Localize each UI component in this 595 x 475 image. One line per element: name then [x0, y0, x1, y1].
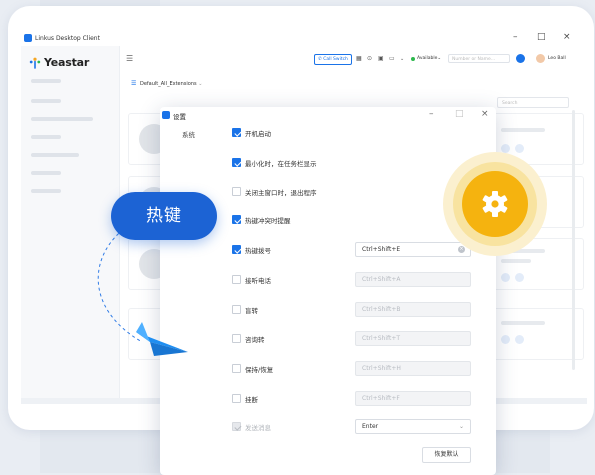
sidebar-item-placeholder[interactable]: [31, 79, 61, 83]
dialog-maximize-button[interactable]: □: [455, 109, 464, 119]
paper-plane-icon: [136, 322, 188, 356]
checkbox[interactable]: [232, 394, 241, 403]
checkbox: [232, 422, 241, 431]
checkbox[interactable]: [232, 128, 241, 137]
chevron-down-icon: ⌄: [437, 56, 442, 61]
action-dot[interactable]: [515, 144, 524, 153]
option-label: 热键冲突时提醒: [245, 217, 291, 225]
hotkey-field-hold[interactable]: Ctrl+Shift+H: [355, 361, 471, 376]
app-logo-icon: [162, 111, 170, 119]
option-label: 最小化时，在任务栏显示: [245, 160, 317, 168]
action-dot[interactable]: [515, 273, 524, 282]
checkbox[interactable]: [232, 275, 241, 284]
gear-icon: [482, 191, 508, 217]
sidebar-item-placeholder[interactable]: [31, 135, 61, 139]
section-label-system: 系统: [182, 131, 195, 139]
checkbox[interactable]: [232, 187, 241, 196]
presence-status[interactable]: Available⌄: [417, 56, 441, 61]
maximize-button[interactable]: □: [537, 32, 546, 42]
dialog-minimize-button[interactable]: –: [429, 109, 434, 119]
dial-button[interactable]: [516, 54, 525, 63]
hotkey-label: 咨询转: [245, 336, 265, 344]
minimize-button[interactable]: –: [513, 32, 518, 42]
user-avatar[interactable]: [536, 54, 545, 63]
call-switch-label: Call Switch: [323, 57, 348, 62]
hotkey-label: 发送消息: [245, 424, 271, 432]
checkbox[interactable]: [232, 364, 241, 373]
select-value: Enter: [362, 423, 379, 430]
window-title: Linkus Desktop Client: [35, 35, 100, 42]
window-titlebar: Linkus Desktop Client – □ ×: [21, 31, 587, 45]
send-message-select[interactable]: Enter ⌄: [355, 419, 471, 434]
placeholder-line: [501, 128, 545, 132]
close-button[interactable]: ×: [563, 32, 571, 42]
hotkey-label: 挂断: [245, 396, 258, 404]
hotkey-field-dial[interactable]: Ctrl+Shift+E ×: [355, 242, 471, 257]
option-label: 关闭主窗口时，退出程序: [245, 189, 317, 197]
action-dot[interactable]: [515, 335, 524, 344]
placeholder-line: [501, 321, 545, 325]
app-logo-icon: [24, 34, 32, 42]
checkbox[interactable]: [232, 215, 241, 224]
hotkey-label: 热键拨号: [245, 247, 271, 255]
chevron-down-icon: ⌄: [198, 81, 203, 87]
grid-icon[interactable]: ▦: [356, 55, 362, 62]
chevron-down-icon: ⌄: [458, 423, 464, 430]
checkbox[interactable]: [232, 305, 241, 314]
hotkey-field-answer[interactable]: Ctrl+Shift+A: [355, 272, 471, 287]
number-or-name-input[interactable]: Number or Name...: [448, 54, 510, 63]
sidebar-item-placeholder[interactable]: [31, 171, 61, 175]
hotkey-label: 保持/恢复: [245, 366, 274, 374]
device-icon[interactable]: ▭: [389, 55, 395, 62]
extension-group-selector[interactable]: ☰ Default_All_Extensions ⌄: [131, 80, 202, 87]
reset-default-button[interactable]: 恢复默认: [422, 447, 471, 463]
action-dot[interactable]: [501, 335, 510, 344]
dialog-title: 设置: [173, 113, 186, 121]
sidebar-item-placeholder[interactable]: [31, 99, 61, 103]
hotkey-label: 盲转: [245, 307, 258, 315]
dialog-close-button[interactable]: ×: [481, 109, 489, 119]
brand: Yeastar: [29, 56, 89, 69]
checkbox[interactable]: [232, 245, 241, 254]
hotkey-field-blind-transfer[interactable]: Ctrl+Shift+B: [355, 302, 471, 317]
help-icon[interactable]: ⊙: [367, 55, 372, 62]
placeholder-line: [501, 259, 531, 263]
sidebar-item-placeholder[interactable]: [31, 153, 79, 157]
hotkey-callout: 热键: [111, 192, 217, 240]
call-switch-button[interactable]: ✆ Call Switch: [314, 54, 352, 65]
chevron-down-icon[interactable]: ⌄: [400, 56, 404, 62]
calendar-icon[interactable]: ▣: [378, 55, 384, 62]
status-label: Available: [417, 56, 438, 61]
brand-name: Yeastar: [44, 56, 90, 69]
checkbox[interactable]: [232, 334, 241, 343]
top-navigation: ☰ ✆ Call Switch ▦ ⊙ ▣ ▭ ⌄ Available⌄ Num…: [120, 51, 587, 69]
action-dot[interactable]: [501, 273, 510, 282]
hamburger-icon[interactable]: ☰: [126, 54, 133, 63]
hotkey-field-attended-transfer[interactable]: Ctrl+Shift+T: [355, 331, 471, 346]
settings-dialog: 设置 – □ × 系统 开机启动 最小化时，在任务栏显示 关闭主窗口时，退出程序…: [160, 107, 496, 475]
hotkey-field-hangup[interactable]: Ctrl+Shift+F: [355, 391, 471, 406]
sidebar-item-placeholder[interactable]: [31, 117, 93, 121]
scrollbar[interactable]: [572, 110, 575, 370]
contacts-icon: ☰: [131, 80, 137, 87]
sidebar-item-placeholder[interactable]: [31, 189, 61, 193]
user-name[interactable]: Leo Ball: [548, 56, 566, 61]
checkbox[interactable]: [232, 158, 241, 167]
hotkey-value: Ctrl+Shift+E: [362, 246, 401, 253]
status-dot: [411, 57, 415, 61]
extension-group-label: Default_All_Extensions: [139, 81, 197, 87]
clear-icon[interactable]: ×: [458, 246, 465, 253]
hotkey-label: 接听电话: [245, 277, 271, 285]
option-label: 开机启动: [245, 130, 271, 138]
search-input[interactable]: Search: [497, 97, 569, 108]
yeastar-logo-icon: [29, 57, 41, 69]
